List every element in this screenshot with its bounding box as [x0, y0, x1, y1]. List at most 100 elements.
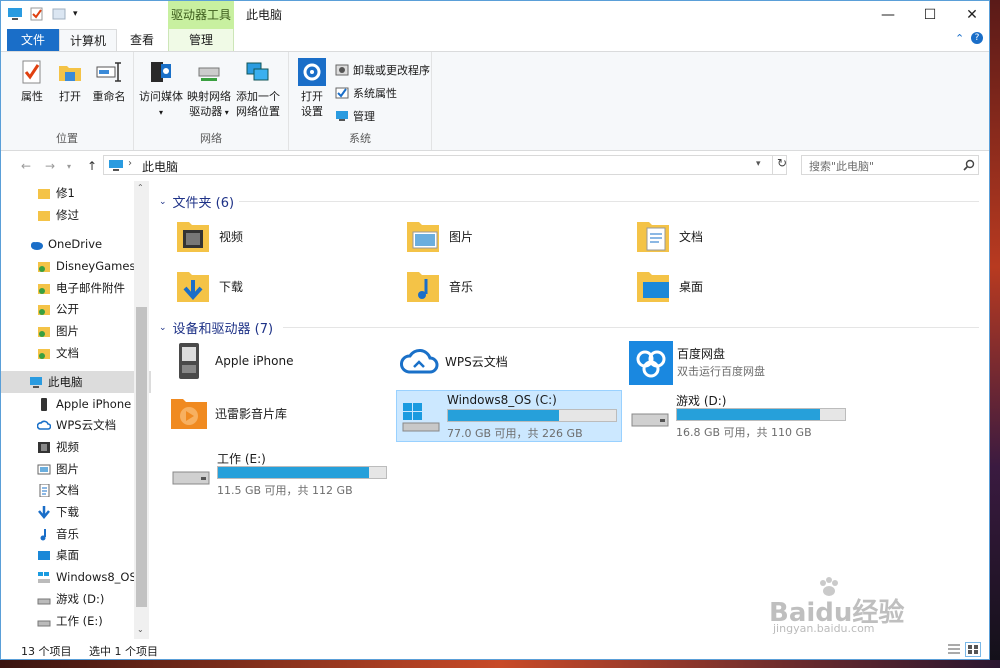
folder-label: 下载: [219, 279, 244, 294]
system-properties-button[interactable]: 系统属性: [335, 85, 397, 101]
scroll-down-icon[interactable]: ⌄: [137, 625, 144, 634]
drive-tile-c[interactable]: Windows8_OS (C:) 77.0 GB 可用，共 226 GB: [396, 390, 622, 442]
nav-label: 电子邮件附件: [56, 281, 125, 295]
device-tile-xunlei-library[interactable]: 迅雷影音片库: [169, 393, 287, 433]
device-label: 百度网盘: [677, 347, 726, 361]
folder-icon: [38, 210, 50, 221]
manage-button[interactable]: 管理: [335, 108, 375, 124]
refresh-icon[interactable]: ↻: [772, 156, 787, 174]
up-arrow-icon[interactable]: ↑: [87, 159, 97, 173]
address-path[interactable]: 此电脑: [142, 158, 178, 175]
open-folder-icon: [59, 66, 81, 81]
folder-tile-music[interactable]: 音乐: [403, 266, 473, 306]
drive-tile-e[interactable]: 工作 (E:) 11.5 GB 可用，共 112 GB: [167, 448, 393, 500]
add-network-location-button[interactable]: 添加一个 网络位置: [234, 58, 282, 119]
device-tile-apple-iphone[interactable]: Apple iPhone: [169, 341, 293, 381]
close-button[interactable]: ✕: [949, 1, 989, 29]
nav-label: 修1: [56, 186, 75, 200]
scroll-up-icon[interactable]: ⌃: [137, 183, 144, 192]
downloads-folder-icon: [177, 272, 209, 302]
open-settings-label-1: 打开: [301, 90, 323, 103]
open-button[interactable]: 打开: [53, 58, 87, 104]
folder-label: 文档: [679, 229, 704, 244]
help-icon[interactable]: ?: [971, 32, 983, 44]
scrollbar-thumb[interactable]: [136, 307, 147, 607]
back-arrow-icon[interactable]: ←: [21, 159, 31, 173]
map-drive-button[interactable]: 映射网络 驱动器 ▾: [186, 58, 232, 120]
desktop-wallpaper-edge: [990, 0, 1000, 668]
device-label: WPS云文档: [445, 354, 508, 369]
map-drive-dropdown-icon: ▾: [222, 108, 229, 117]
settings-gear-icon: [298, 58, 326, 86]
collapse-chevron-icon[interactable]: ⌄: [159, 323, 167, 333]
address-dropdown-icon[interactable]: ▾: [756, 159, 761, 169]
folder-tile-pictures[interactable]: 图片: [403, 216, 473, 256]
drive-name: 游戏 (D:): [676, 394, 727, 408]
manage-icon: [336, 111, 348, 121]
music-folder-icon: [407, 272, 439, 302]
video-icon: [38, 441, 50, 453]
content-pane: ⌄ 文件夹 (6) 视频 图片 文档 下载 音乐 桌面 ⌄ 设备和驱动器 (7)…: [151, 181, 989, 639]
ribbon-group-network: 访问媒体 ▾ 映射网络 驱动器 ▾ 添加一个 网络位置 网络: [134, 52, 289, 150]
open-settings-button[interactable]: 打开 设置: [293, 58, 331, 119]
qat-dropdown-icon[interactable]: ▾: [73, 9, 78, 19]
nav-label: 工作 (E:): [56, 614, 103, 628]
search-box[interactable]: 搜索"此电脑": [801, 155, 979, 175]
nav-scrollbar[interactable]: ⌃ ⌄: [134, 181, 149, 639]
drive-name: Windows8_OS (C:): [447, 393, 557, 407]
tiles-view-icon[interactable]: [965, 642, 981, 657]
details-view-icon[interactable]: [947, 643, 961, 656]
rename-label: 重命名: [92, 90, 126, 103]
download-arrow-icon: [38, 505, 50, 519]
drive-usage-fill: [218, 467, 370, 478]
nav-label: 图片: [56, 462, 79, 476]
music-note-icon: [40, 528, 46, 540]
folder-tile-documents[interactable]: 文档: [633, 216, 703, 256]
documents-folder-icon: [637, 222, 669, 252]
search-icon[interactable]: [963, 159, 975, 171]
properties-check-icon[interactable]: [29, 7, 45, 21]
tab-file[interactable]: 文件: [7, 29, 59, 51]
collapse-chevron-icon[interactable]: ⌄: [159, 197, 167, 207]
folder-tile-downloads[interactable]: 下载: [173, 266, 243, 306]
rename-button[interactable]: 重命名: [89, 58, 129, 104]
folder-tile-videos[interactable]: 视频: [173, 216, 243, 256]
address-bar[interactable]: › 此电脑 ▾ ↻: [103, 155, 787, 175]
rename-icon: [96, 62, 121, 82]
nav-label: 桌面: [56, 548, 79, 562]
drive-tile-d[interactable]: 游戏 (D:) 16.8 GB 可用，共 110 GB: [626, 390, 852, 442]
tab-manage[interactable]: 管理: [168, 29, 234, 51]
tab-view[interactable]: 查看: [119, 29, 165, 51]
nav-label: 游戏 (D:): [56, 592, 105, 606]
access-media-button[interactable]: 访问媒体 ▾: [138, 58, 184, 120]
uninstall-button[interactable]: 卸载或更改程序: [335, 62, 430, 78]
drive-usage-bar: [676, 408, 846, 421]
collapse-ribbon-icon[interactable]: ⌃: [955, 32, 964, 45]
maximize-button[interactable]: ☐: [907, 1, 953, 29]
forward-arrow-icon[interactable]: →: [45, 159, 55, 173]
devices-group-header[interactable]: ⌄ 设备和驱动器 (7): [159, 318, 273, 337]
properties-button[interactable]: 属性: [15, 58, 49, 104]
breadcrumb-chevron-icon[interactable]: ›: [128, 158, 132, 169]
windows-drive-icon: [402, 403, 440, 432]
tab-computer[interactable]: 计算机: [59, 29, 117, 52]
desktop-icon: [38, 550, 50, 560]
search-placeholder: 搜索"此电脑": [809, 160, 875, 173]
folders-header-label: 文件夹 (6): [172, 196, 235, 211]
media-server-icon: [151, 62, 171, 82]
drive-usage-bar: [217, 466, 387, 479]
new-folder-icon[interactable]: [51, 7, 67, 21]
iphone-device-icon: [179, 343, 199, 379]
add-location-label-2: 网络位置: [236, 105, 280, 118]
folders-group-header[interactable]: ⌄ 文件夹 (6): [159, 192, 234, 211]
nav-label: 视频: [56, 440, 79, 454]
recent-dropdown-icon[interactable]: ▾: [67, 162, 71, 171]
manage-label: 管理: [353, 110, 375, 123]
group-network-label: 网络: [200, 132, 222, 145]
computer-icon: [30, 376, 42, 388]
device-tile-wps-cloud[interactable]: WPS云文档: [399, 341, 508, 381]
quick-access-toolbar: ▾: [7, 7, 78, 21]
folder-tile-desktop[interactable]: 桌面: [633, 266, 703, 306]
minimize-button[interactable]: —: [865, 1, 911, 29]
nav-label: 下载: [56, 505, 79, 519]
